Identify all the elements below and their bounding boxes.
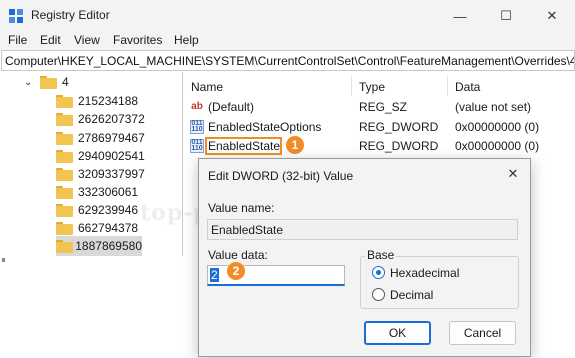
maximize-button[interactable]: ☐ xyxy=(483,0,529,32)
folder-icon xyxy=(56,149,73,163)
folder-icon xyxy=(56,239,74,253)
menu-help[interactable]: Help xyxy=(174,33,199,47)
dialog-title: Edit DWORD (32-bit) Value xyxy=(208,169,354,183)
tree-item-label: 4 xyxy=(62,75,69,89)
tree-item[interactable]: 2786979467 xyxy=(56,128,145,148)
binary-value-icon: 011 110 xyxy=(190,120,204,134)
menu-view[interactable]: View xyxy=(74,33,100,47)
hexadecimal-label[interactable]: Hexadecimal xyxy=(390,266,459,280)
value-name-text: EnabledState xyxy=(211,223,284,237)
decimal-label[interactable]: Decimal xyxy=(390,288,433,302)
tree-item-label: 1887869580 xyxy=(75,239,142,253)
tree-horizontal-scrollbar[interactable] xyxy=(0,256,184,264)
step-1-badge: 1 xyxy=(286,136,304,154)
value-name-label: Value name: xyxy=(208,201,275,215)
dialog-close-button[interactable]: ✕ xyxy=(502,163,524,185)
key-tree[interactable]: ⌄ 4 215234188 2626207372 2786979467 2940… xyxy=(0,72,183,256)
value-data: 0x00000000 (0) xyxy=(455,120,540,134)
value-row[interactable]: 011 110 EnabledStateOptions REG_DWORD 0x0… xyxy=(184,117,575,137)
folder-icon xyxy=(56,203,73,217)
folder-icon xyxy=(56,221,73,235)
value-type: REG_DWORD xyxy=(359,120,439,134)
tree-item-parent[interactable]: ⌄ 4 xyxy=(24,72,69,92)
tree-item-label: 629239946 xyxy=(78,203,139,217)
tree-item[interactable]: 215234188 xyxy=(56,91,138,111)
value-data-label: Value data: xyxy=(208,248,268,262)
column-header-name[interactable]: Name xyxy=(191,80,223,94)
tree-item[interactable]: 2626207372 xyxy=(56,109,145,129)
address-bar[interactable]: Computer\HKEY_LOCAL_MACHINE\SYSTEM\Curre… xyxy=(1,50,575,71)
ok-button[interactable]: OK xyxy=(364,321,431,345)
decimal-radio[interactable] xyxy=(372,288,385,301)
column-header-data[interactable]: Data xyxy=(455,80,480,94)
tree-item-label: 215234188 xyxy=(78,94,139,108)
value-data: (value not set) xyxy=(455,100,532,114)
folder-icon xyxy=(56,112,73,126)
chevron-down-icon[interactable]: ⌄ xyxy=(24,77,34,88)
value-data-text: 2 xyxy=(210,268,219,282)
menu-file[interactable]: File xyxy=(8,33,27,47)
close-window-button[interactable]: ✕ xyxy=(529,0,575,32)
value-name-field: EnabledState xyxy=(207,219,518,240)
edit-dword-dialog: Edit DWORD (32-bit) Value ✕ Value name: … xyxy=(198,158,531,357)
address-path: Computer\HKEY_LOCAL_MACHINE\SYSTEM\Curre… xyxy=(5,54,575,68)
tree-item-label: 2786979467 xyxy=(78,131,145,145)
menu-edit[interactable]: Edit xyxy=(40,33,61,47)
hexadecimal-radio[interactable] xyxy=(372,266,385,279)
tree-item[interactable]: 3209337997 xyxy=(56,164,145,184)
tree-item[interactable]: 662794378 xyxy=(56,218,138,238)
tree-item-label: 2940902541 xyxy=(78,149,145,163)
minimize-button[interactable]: — xyxy=(437,0,483,32)
folder-icon xyxy=(56,185,73,199)
value-row-selected[interactable]: 011 110 EnabledState REG_DWORD 0x00000000… xyxy=(184,136,575,156)
folder-icon xyxy=(56,131,73,145)
cancel-button[interactable]: Cancel xyxy=(449,321,516,345)
tree-item[interactable]: 629239946 xyxy=(56,200,138,220)
folder-icon xyxy=(56,167,73,181)
tree-item[interactable]: 332306061 xyxy=(56,182,138,202)
column-divider[interactable] xyxy=(351,76,352,96)
menu-favorites[interactable]: Favorites xyxy=(113,33,162,47)
value-name: (Default) xyxy=(208,100,255,114)
column-divider[interactable] xyxy=(447,76,448,96)
step-2-badge: 2 xyxy=(227,262,245,280)
base-groupbox xyxy=(360,256,519,309)
title-bar: Registry Editor — ☐ ✕ xyxy=(0,0,575,32)
folder-icon xyxy=(56,94,73,108)
folder-icon xyxy=(40,75,57,89)
tree-item-label: 3209337997 xyxy=(78,167,145,181)
menu-bar: File Edit View Favorites Help xyxy=(0,32,575,50)
value-name: EnabledState xyxy=(208,139,281,153)
scrollbar-thumb[interactable] xyxy=(2,258,5,262)
value-data: 0x00000000 (0) xyxy=(455,139,540,153)
tree-item[interactable]: 2940902541 xyxy=(56,146,145,166)
value-name: EnabledStateOptions xyxy=(208,120,322,134)
base-label: Base xyxy=(365,248,397,262)
window-title: Registry Editor xyxy=(31,8,110,22)
column-header-type[interactable]: Type xyxy=(359,80,385,94)
value-row[interactable]: ab (Default) REG_SZ (value not set) xyxy=(184,97,575,117)
string-value-icon: ab xyxy=(191,101,203,112)
tree-item-label: 662794378 xyxy=(78,221,139,235)
binary-value-icon: 011 110 xyxy=(190,139,204,153)
tree-item-label: 332306061 xyxy=(78,185,139,199)
registry-editor-icon xyxy=(9,9,23,23)
tree-item-selected[interactable]: 1887869580 xyxy=(56,236,142,256)
value-type: REG_DWORD xyxy=(359,139,439,153)
value-type: REG_SZ xyxy=(359,100,408,114)
tree-item-label: 2626207372 xyxy=(78,112,145,126)
